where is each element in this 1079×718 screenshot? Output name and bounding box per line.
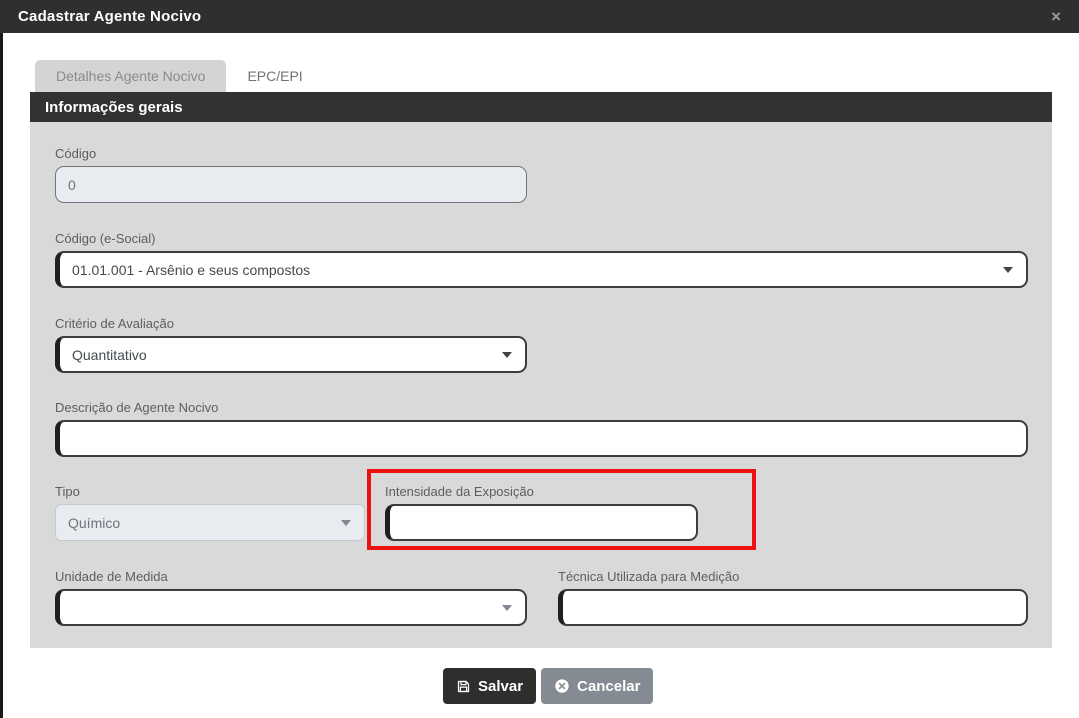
backdrop-edge-strip (0, 0, 3, 718)
form-panel: Informações gerais Código 0 Código (e-So… (30, 92, 1052, 648)
section-title: Informações gerais (45, 99, 183, 116)
tipo-label: Tipo (55, 484, 365, 499)
tipo-value: Químico (68, 515, 120, 531)
unidade-select[interactable] (55, 589, 527, 626)
chevron-down-icon (341, 520, 351, 526)
floppy-disk-icon (456, 679, 471, 694)
chevron-down-icon (502, 605, 512, 611)
field-codigo: Código 0 (55, 146, 527, 203)
close-icon[interactable]: × (1051, 8, 1061, 25)
tipo-select: Químico (55, 504, 365, 541)
descricao-label: Descrição de Agente Nocivo (55, 400, 1028, 415)
tab-detalhes-agente-nocivo[interactable]: Detalhes Agente Nocivo (35, 60, 226, 92)
tab-epc-epi[interactable]: EPC/EPI (226, 60, 323, 92)
modal-title: Cadastrar Agente Nocivo (18, 8, 201, 25)
descricao-input[interactable] (55, 420, 1028, 457)
codigo-esocial-label: Código (e-Social) (55, 231, 1028, 246)
tecnica-input[interactable] (558, 589, 1028, 626)
section-header: Informações gerais (30, 92, 1052, 122)
codigo-label: Código (55, 146, 527, 161)
circle-x-icon (554, 678, 570, 694)
chevron-down-icon (502, 352, 512, 358)
field-codigo-esocial: Código (e-Social) 01.01.001 - Arsênio e … (55, 231, 1028, 288)
field-tipo: Tipo Químico (55, 484, 365, 541)
codigo-esocial-select[interactable]: 01.01.001 - Arsênio e seus compostos (55, 251, 1028, 288)
criterio-select[interactable]: Quantitativo (55, 336, 527, 373)
codigo-input: 0 (55, 166, 527, 203)
codigo-value: 0 (68, 177, 76, 193)
save-button[interactable]: Salvar (443, 668, 536, 704)
codigo-esocial-value: 01.01.001 - Arsênio e seus compostos (72, 262, 310, 278)
intensidade-label: Intensidade da Exposição (385, 484, 698, 499)
field-unidade: Unidade de Medida (55, 569, 527, 626)
unidade-label: Unidade de Medida (55, 569, 527, 584)
criterio-label: Critério de Avaliação (55, 316, 527, 331)
field-tecnica: Técnica Utilizada para Medição (558, 569, 1028, 626)
field-intensidade: Intensidade da Exposição (385, 484, 698, 541)
chevron-down-icon (1003, 267, 1013, 273)
intensidade-input[interactable] (385, 504, 698, 541)
modal-footer: Salvar Cancelar (443, 668, 653, 704)
cancel-button[interactable]: Cancelar (541, 668, 653, 704)
tecnica-label: Técnica Utilizada para Medição (558, 569, 1028, 584)
tab-label: EPC/EPI (247, 68, 302, 84)
tab-bar: Detalhes Agente Nocivo EPC/EPI (35, 60, 324, 92)
criterio-value: Quantitativo (72, 347, 147, 363)
modal-header: Cadastrar Agente Nocivo × (0, 0, 1079, 33)
tab-label: Detalhes Agente Nocivo (56, 68, 205, 84)
field-descricao: Descrição de Agente Nocivo (55, 400, 1028, 457)
save-button-label: Salvar (478, 678, 523, 695)
field-criterio: Critério de Avaliação Quantitativo (55, 316, 527, 373)
screen: Cadastrar Agente Nocivo × Detalhes Agent… (0, 0, 1079, 718)
cancel-button-label: Cancelar (577, 678, 640, 695)
